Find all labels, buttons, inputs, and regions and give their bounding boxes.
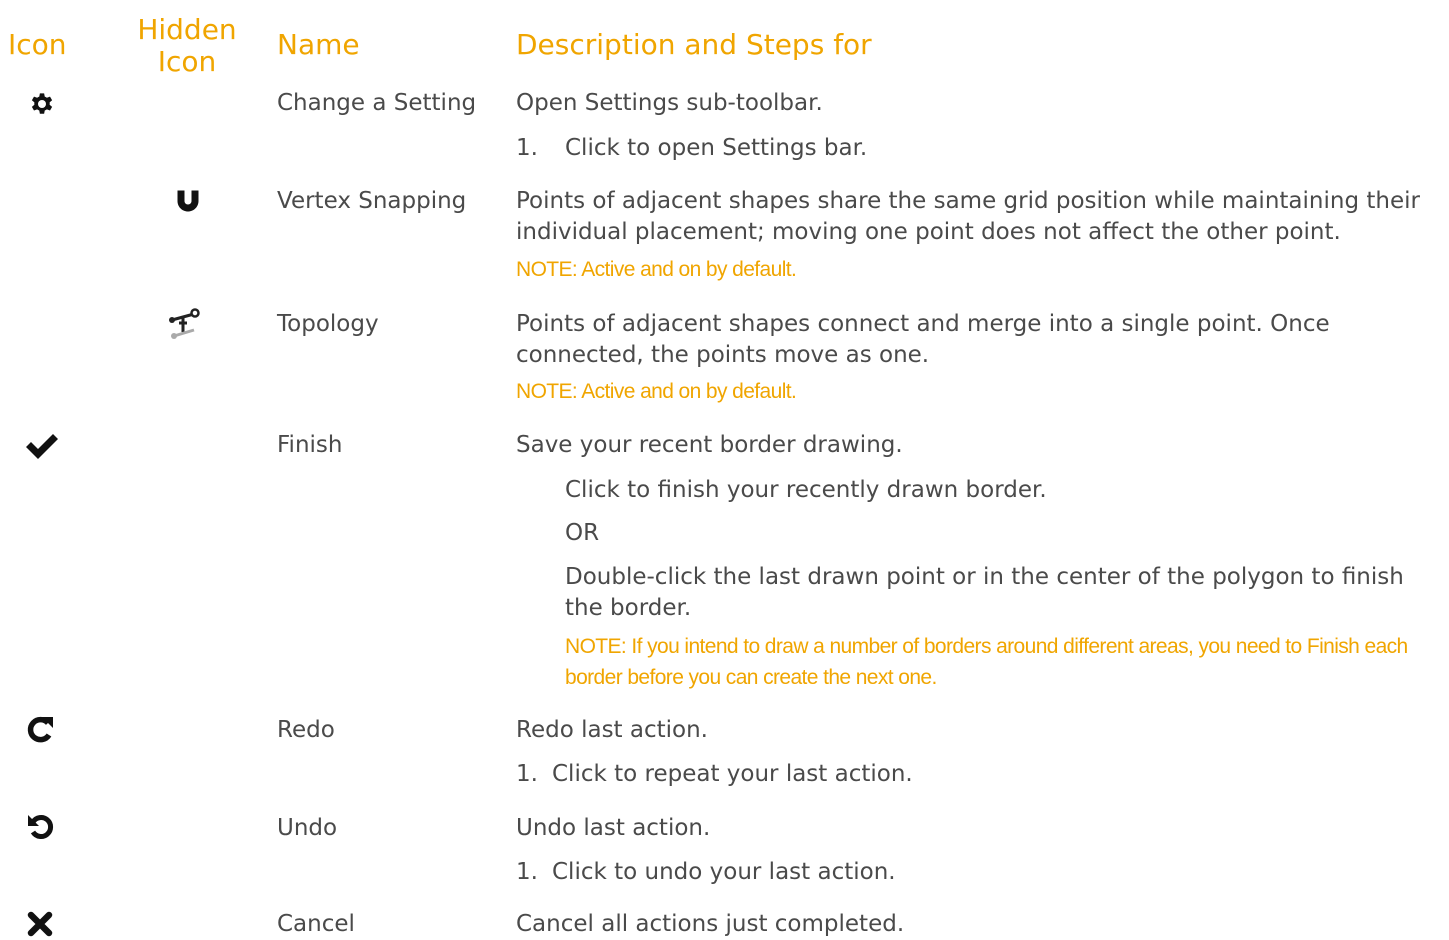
gear-icon xyxy=(27,89,57,119)
column-header-hidden-icon-line2: Icon xyxy=(157,45,217,78)
redo-icon xyxy=(25,715,55,745)
step-text: Click to finish your recently drawn bord… xyxy=(565,477,1047,503)
step-number: 1. xyxy=(516,135,538,161)
note-finish: NOTE: If you intend to draw a number of … xyxy=(565,635,1408,689)
step-text: Click to repeat your last action. xyxy=(552,761,913,787)
row-description-topology: Points of adjacent shapes connect and me… xyxy=(516,311,1330,368)
checkmark-icon xyxy=(24,431,60,461)
column-header-hidden-icon-line1: Hidden xyxy=(137,13,237,46)
row-name-change-setting: Change a Setting xyxy=(277,90,477,116)
magnet-icon xyxy=(174,187,202,215)
column-header-description: Description and Steps for xyxy=(516,28,872,61)
row-description-undo: Undo last action. xyxy=(516,815,711,841)
row-description-change-setting: Open Settings sub-toolbar. xyxy=(516,90,823,116)
undo-icon xyxy=(27,813,55,841)
step-text: Click to undo your last action. xyxy=(552,859,896,885)
row-name-cancel: Cancel xyxy=(277,911,355,937)
row-name-redo: Redo xyxy=(277,717,335,743)
row-description-redo: Redo last action. xyxy=(516,717,708,743)
row-name-vertex-snapping: Vertex Snapping xyxy=(277,188,467,214)
step-number: 1. xyxy=(516,859,538,885)
row-name-finish: Finish xyxy=(277,432,343,458)
note-vertex-snapping: NOTE: Active and on by default. xyxy=(516,258,797,281)
row-description-vertex-snapping: Points of adjacent shapes share the same… xyxy=(516,188,1420,245)
row-name-undo: Undo xyxy=(277,815,338,841)
step-number: 1. xyxy=(516,761,538,787)
row-description-finish: Save your recent border drawing. xyxy=(516,432,903,458)
step-text: Double-click the last drawn point or in … xyxy=(565,564,1404,621)
or-text: OR xyxy=(565,520,600,546)
topology-icon xyxy=(168,306,202,340)
close-icon xyxy=(27,911,53,937)
step-text: Click to open Settings bar. xyxy=(565,135,868,161)
row-description-cancel: Cancel all actions just completed. xyxy=(516,911,905,937)
row-name-topology: Topology xyxy=(277,311,379,337)
column-header-name: Name xyxy=(277,28,360,61)
column-header-hidden-icon: Hidden Icon xyxy=(122,14,252,78)
note-topology: NOTE: Active and on by default. xyxy=(516,380,797,403)
column-header-icon: Icon xyxy=(8,28,67,61)
